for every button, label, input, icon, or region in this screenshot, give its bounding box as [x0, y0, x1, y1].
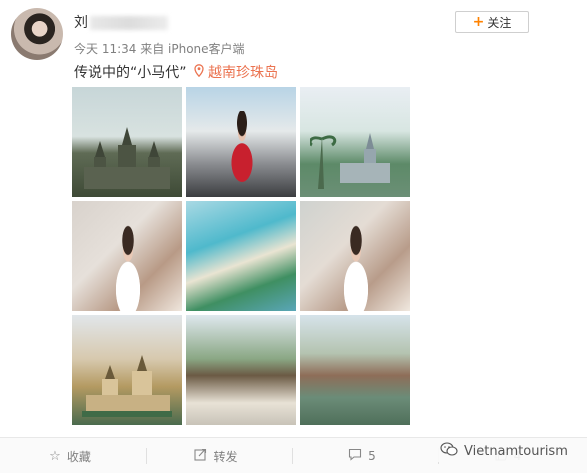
favorite-label: 收藏	[66, 449, 91, 464]
comment-icon	[348, 448, 362, 465]
watermark-text: Vietnamtourism	[464, 443, 568, 459]
comment-button[interactable]: 5	[292, 438, 432, 473]
castle-shape	[310, 133, 390, 189]
person-figure	[100, 225, 156, 311]
follow-label: 关注	[487, 15, 512, 30]
star-outline-icon: ☆	[49, 448, 61, 464]
castle-shape	[84, 127, 170, 189]
favorite-button[interactable]: ☆ 收藏	[0, 438, 140, 473]
location-link[interactable]: 越南珍珠岛	[194, 62, 278, 82]
person-figure	[328, 225, 384, 311]
portrait-photo-2[interactable]	[300, 201, 410, 311]
repost-label: 转发	[213, 449, 238, 464]
beach-huts-photo[interactable]	[186, 315, 296, 425]
palm-castle-photo[interactable]	[300, 87, 410, 197]
castle-photo[interactable]	[72, 87, 182, 197]
username-redaction	[90, 16, 168, 30]
photo-grid	[72, 87, 410, 425]
follow-button[interactable]: + 关注	[455, 11, 529, 33]
watermark: Vietnamtourism	[436, 440, 572, 462]
comment-count: 5	[368, 449, 376, 463]
red-dress-photo[interactable]	[186, 87, 296, 197]
portrait-photo-1[interactable]	[72, 201, 182, 311]
mansion-photo[interactable]	[72, 315, 182, 425]
repost-button[interactable]: 转发	[146, 438, 286, 473]
map-pin-icon	[194, 63, 204, 81]
pond-photo[interactable]	[300, 315, 410, 425]
mansion-shape	[82, 355, 172, 417]
repost-icon	[194, 448, 207, 465]
person-figure	[214, 111, 270, 197]
avatar[interactable]	[11, 8, 63, 60]
plus-icon: +	[472, 14, 485, 30]
post-text: 传说中的“小马代”	[74, 65, 187, 81]
location-label: 越南珍珠岛	[208, 65, 278, 81]
aerial-beach-photo[interactable]	[186, 201, 296, 311]
username[interactable]: 刘	[74, 12, 168, 32]
username-text[interactable]: 刘	[74, 15, 88, 31]
post-meta: 今天 11:34 来自 iPhone客户端	[74, 42, 245, 56]
wechat-icon	[440, 442, 458, 460]
